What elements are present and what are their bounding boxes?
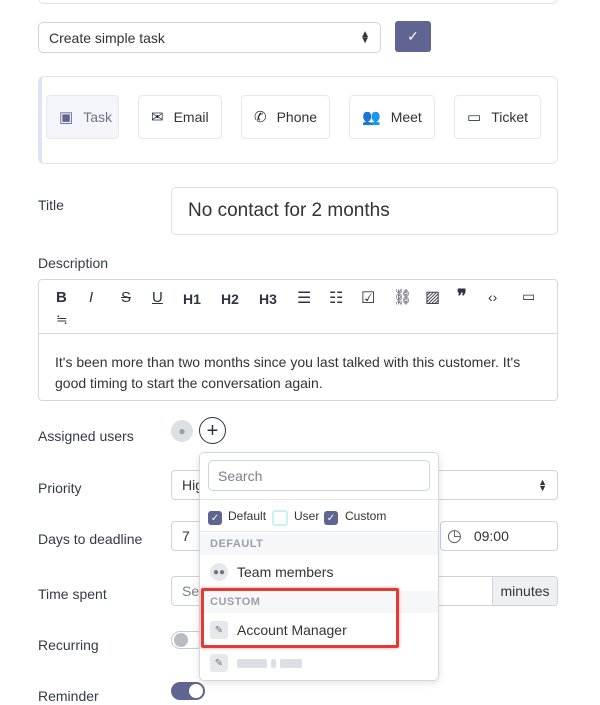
task-type-value: Create simple task xyxy=(49,29,165,46)
activity-email-label: Email xyxy=(173,109,209,125)
filter-user-label: User xyxy=(294,509,320,523)
description-label: Description xyxy=(38,255,109,271)
priority-label: Priority xyxy=(38,480,82,496)
activity-meet-label: Meet xyxy=(390,109,422,125)
plus-icon: + xyxy=(206,419,219,442)
envelope-open-icon: ✉ xyxy=(151,109,164,126)
toggle-knob xyxy=(174,633,188,647)
clock-icon: ◷ xyxy=(447,526,462,545)
time-value: 09:00 xyxy=(473,528,509,544)
filter-default-checkbox[interactable]: ✓ xyxy=(208,511,222,525)
activity-phone-button[interactable]: ✆ Phone xyxy=(241,95,330,139)
highlight-box xyxy=(201,588,399,648)
filter-user-checkbox[interactable] xyxy=(272,510,288,526)
activity-task-button[interactable]: ▣ Task xyxy=(46,95,119,139)
reminder-toggle[interactable] xyxy=(171,682,205,700)
filter-custom-label: Custom xyxy=(345,509,387,523)
user-avatar[interactable]: ● xyxy=(171,420,193,442)
select-caret-icon: ▲ ▼ xyxy=(360,28,370,46)
description-text[interactable]: It's been more than two months since you… xyxy=(55,352,545,394)
underline-button[interactable]: U xyxy=(152,289,163,306)
divider xyxy=(200,499,438,500)
checklist-icon[interactable]: ☑ xyxy=(361,288,375,308)
recurring-label: Recurring xyxy=(38,637,99,653)
filter-custom-checkbox[interactable]: ✓ xyxy=(324,511,338,525)
edit-icon: ✎ xyxy=(210,654,228,672)
title-input[interactable]: No contact for 2 months xyxy=(171,187,558,235)
activity-meet-button[interactable]: 👥 Meet xyxy=(349,95,435,139)
ticket-icon: ▭ xyxy=(467,109,482,126)
code-block-icon[interactable]: ▭ xyxy=(522,288,535,305)
filter-default-label: Default xyxy=(228,509,267,523)
select-caret-icon: ▲ ▼ xyxy=(538,477,547,493)
option-team-members[interactable]: ●● Team members xyxy=(210,563,333,581)
description-editor: B I S U H1 H2 H3 ☰ ☷ ☑ ⛓ ▨ ❞ ‹› ▭ ≒ It's… xyxy=(38,279,558,401)
time-input[interactable]: ◷ 09:00 xyxy=(440,521,558,551)
h3-button[interactable]: H3 xyxy=(259,291,277,307)
phone-icon: ✆ xyxy=(254,109,267,126)
image-icon[interactable]: ▨ xyxy=(425,287,440,307)
check-icon: ✓ xyxy=(407,28,419,44)
user-search-input[interactable]: Search xyxy=(208,460,430,491)
task-type-select[interactable]: Create simple task ▲ ▼ xyxy=(38,22,381,53)
italic-button[interactable]: I xyxy=(89,289,93,306)
link-icon[interactable]: ⛓ xyxy=(393,288,412,306)
quote-icon[interactable]: ❞ xyxy=(457,286,467,307)
strike-button[interactable]: S xyxy=(121,289,131,306)
h2-button[interactable]: H2 xyxy=(221,291,239,307)
editor-toolbar: B I S U H1 H2 H3 ☰ ☷ ☑ ⛓ ▨ ❞ ‹› ▭ ≒ xyxy=(39,280,557,334)
numbered-list-icon[interactable]: ☷ xyxy=(329,288,343,308)
add-user-button[interactable]: + xyxy=(199,417,226,444)
code-icon[interactable]: ‹› xyxy=(488,289,497,305)
minutes-addon: minutes xyxy=(492,576,558,606)
clipboard-check-icon: ▣ xyxy=(59,109,74,126)
h1-button[interactable]: H1 xyxy=(183,291,201,307)
divider xyxy=(200,531,438,532)
group-header-default: DEFAULT xyxy=(200,533,438,555)
toggle-knob xyxy=(189,684,203,698)
activity-type-group: ▣ Task ✉ Email ✆ Phone 👥 Meet ▭ Ticket xyxy=(38,76,558,164)
activity-ticket-label: Ticket xyxy=(491,109,529,125)
activity-ticket-button[interactable]: ▭ Ticket xyxy=(454,95,541,139)
activity-email-button[interactable]: ✉ Email xyxy=(138,95,222,139)
option-blurred[interactable]: ✎ xyxy=(210,654,302,672)
bold-button[interactable]: B xyxy=(56,289,67,306)
group-icon: ●● xyxy=(210,563,228,581)
activity-phone-label: Phone xyxy=(276,109,318,125)
confirm-button[interactable]: ✓ xyxy=(395,21,431,52)
bullet-list-icon[interactable]: ☰ xyxy=(297,288,311,308)
blurred-text xyxy=(237,658,302,668)
assigned-users-label: Assigned users xyxy=(38,428,134,444)
text-wrap-icon[interactable]: ≒ xyxy=(56,311,68,328)
days-to-deadline-label: Days to deadline xyxy=(38,531,143,547)
title-label: Title xyxy=(38,197,64,213)
reminder-label: Reminder xyxy=(38,688,99,704)
activity-task-label: Task xyxy=(83,109,112,125)
option-team-members-label: Team members xyxy=(237,564,334,580)
users-icon: 👥 xyxy=(362,109,381,126)
time-spent-label: Time spent xyxy=(38,586,107,602)
previous-field-edge xyxy=(38,0,558,4)
